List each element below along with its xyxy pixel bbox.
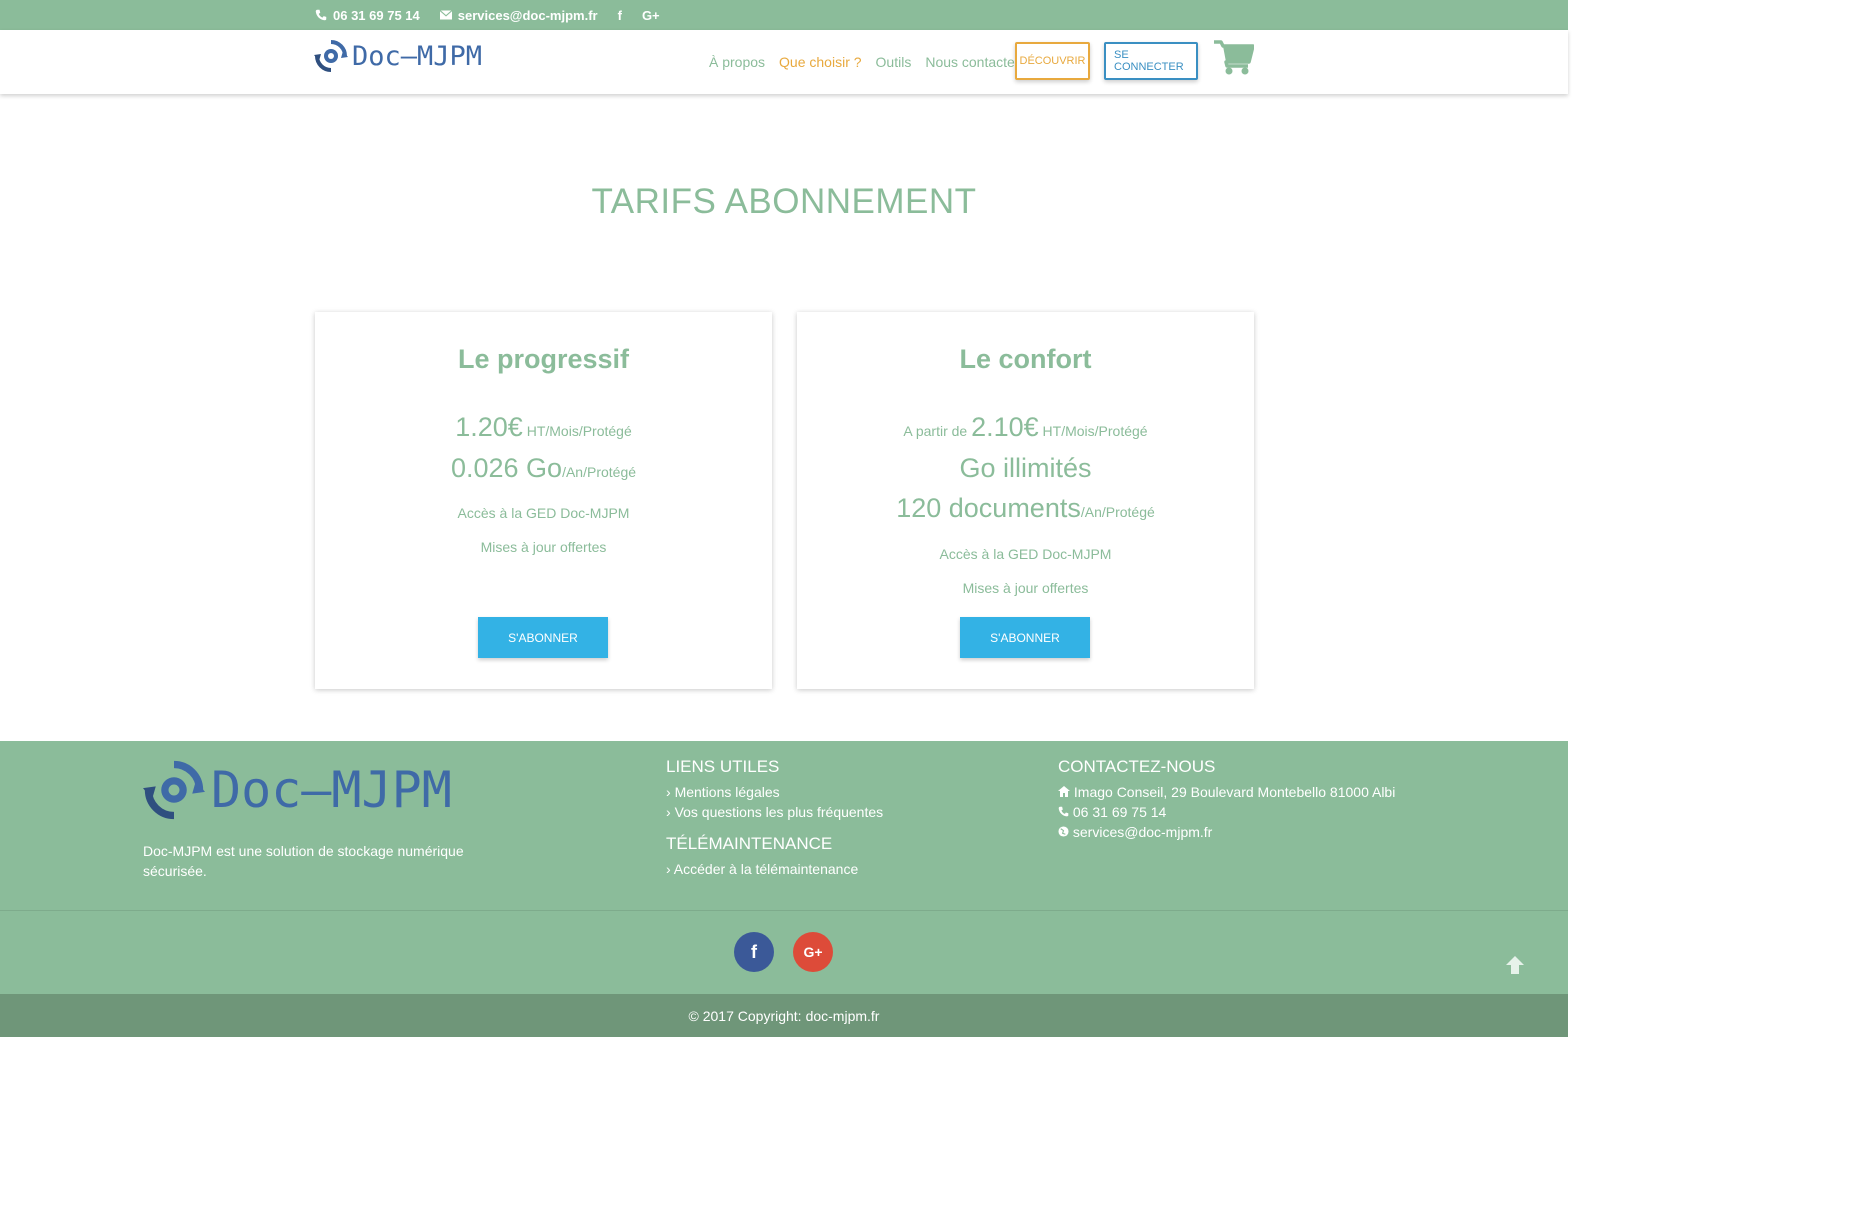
gear-refresh-icon bbox=[143, 760, 205, 820]
copyright-text: © 2017 Copyright: bbox=[688, 1007, 802, 1024]
facebook-icon[interactable]: f bbox=[618, 8, 622, 23]
footer-maintenance-title: TÉLÉMAINTENANCE bbox=[666, 834, 833, 853]
arrow-up-icon[interactable] bbox=[1504, 954, 1526, 976]
top-email[interactable]: services@doc-mjpm.fr bbox=[458, 8, 598, 23]
plan-name: Le confort bbox=[959, 344, 1092, 374]
plan-feature: Mises à jour offertes bbox=[962, 580, 1089, 596]
phone-icon bbox=[315, 9, 327, 21]
footer-description: Doc-MJPM est une solution de stockage nu… bbox=[143, 843, 464, 879]
facebook-icon[interactable]: f bbox=[734, 932, 774, 972]
nav-item-outils[interactable]: Outils bbox=[876, 54, 912, 70]
plan-name: Le progressif bbox=[457, 344, 630, 374]
google-plus-icon[interactable]: G+ bbox=[793, 932, 833, 972]
plan-storage-unit: /An/Protégé bbox=[562, 464, 637, 480]
plan-feature: Mises à jour offertes bbox=[480, 539, 607, 555]
footer-link-telemaintenance[interactable]: › Accéder à la télémaintenance bbox=[666, 859, 883, 879]
footer-address: Imago Conseil, 29 Boulevard Montebello 8… bbox=[1058, 782, 1395, 802]
footer-brand-name: Doc–MJPM bbox=[211, 761, 452, 819]
discover-button[interactable]: DÉCOUVRIR bbox=[1015, 42, 1090, 80]
copyright-site-link[interactable]: doc-mjpm.fr bbox=[806, 1008, 880, 1024]
plan-price: 1.20€ bbox=[455, 412, 523, 442]
footer-phone[interactable]: 06 31 69 75 14 bbox=[1058, 802, 1395, 822]
top-contact-group: 06 31 69 75 14 services@doc-mjpm.fr f G+ bbox=[315, 0, 660, 30]
brand-logo[interactable]: Doc–MJPM bbox=[314, 39, 482, 73]
nav-item-a-propos[interactable]: À propos bbox=[709, 54, 765, 70]
footer-links-title: LIENS UTILES bbox=[666, 757, 780, 776]
footer-link-faq[interactable]: › Vos questions les plus fréquentes bbox=[666, 802, 883, 822]
plan-price-line: A partir de 2.10€ HT/Mois/Protégé bbox=[797, 412, 1254, 443]
subscribe-button[interactable]: S'ABONNER bbox=[960, 617, 1090, 658]
footer-contact: CONTACTEZ-NOUS Imago Conseil, 29 Bouleva… bbox=[1058, 757, 1395, 842]
footer-useful-links: LIENS UTILES › Mentions légales › Vos qu… bbox=[666, 757, 883, 879]
plan-storage: Go illimités bbox=[959, 453, 1092, 483]
plan-documents: 120 documents bbox=[896, 493, 1081, 523]
copyright-bar: © 2017 Copyright: doc-mjpm.fr bbox=[0, 994, 1568, 1037]
footer-logo[interactable]: Doc–MJPM bbox=[143, 759, 452, 821]
page-title: TARIFS ABONNEMENT bbox=[591, 182, 977, 221]
nav-menu: À propos Que choisir ? Outils Nous conta… bbox=[702, 30, 1027, 94]
footer-link-mentions[interactable]: › Mentions légales bbox=[666, 782, 883, 802]
footer-contact-title: CONTACTEZ-NOUS bbox=[1058, 757, 1216, 776]
pricing-card-progressif: Le progressif 1.20€ HT/Mois/Protégé 0.02… bbox=[315, 312, 772, 689]
home-icon bbox=[1058, 786, 1070, 797]
plan-feature: Accès à la GED Doc-MJPM bbox=[457, 505, 630, 521]
nav-item-que-choisir[interactable]: Que choisir ? bbox=[779, 54, 861, 70]
plan-price-line: 1.20€ HT/Mois/Protégé bbox=[315, 412, 772, 443]
plan-documents-line: 120 documents/An/Protégé bbox=[797, 493, 1254, 524]
globe-icon bbox=[1058, 826, 1069, 837]
shopping-cart-icon[interactable] bbox=[1214, 40, 1254, 76]
plan-price: 2.10€ bbox=[971, 412, 1039, 442]
plan-documents-unit: /An/Protégé bbox=[1080, 504, 1155, 520]
plan-storage: 0.026 Go bbox=[450, 453, 563, 483]
login-button[interactable]: SE CONNECTER bbox=[1104, 42, 1198, 80]
plan-price-unit: HT/Mois/Protégé bbox=[1038, 423, 1148, 439]
main-navbar: Doc–MJPM À propos Que choisir ? Outils N… bbox=[0, 30, 1568, 94]
nav-item-nous-contacter[interactable]: Nous contacter bbox=[925, 54, 1019, 70]
top-contact-bar: 06 31 69 75 14 services@doc-mjpm.fr f G+ bbox=[0, 0, 1568, 30]
site-footer: Doc–MJPM Doc-MJPM est une solution de st… bbox=[0, 741, 1568, 1037]
subscribe-button[interactable]: S'ABONNER bbox=[478, 617, 608, 658]
footer-divider bbox=[0, 910, 1568, 911]
top-phone[interactable]: 06 31 69 75 14 bbox=[333, 8, 420, 23]
plan-price-prefix: A partir de bbox=[903, 423, 972, 439]
envelope-icon bbox=[439, 10, 452, 20]
footer-email[interactable]: services@doc-mjpm.fr bbox=[1058, 822, 1395, 842]
google-plus-icon[interactable]: G+ bbox=[642, 8, 660, 23]
plan-feature: Accès à la GED Doc-MJPM bbox=[939, 546, 1112, 562]
brand-name: Doc–MJPM bbox=[352, 40, 483, 72]
pricing-card-confort: Le confort A partir de 2.10€ HT/Mois/Pro… bbox=[797, 312, 1254, 689]
gear-refresh-icon bbox=[314, 40, 348, 72]
plan-price-unit: HT/Mois/Protégé bbox=[522, 423, 632, 439]
phone-icon bbox=[1058, 806, 1069, 817]
plan-storage-line: 0.026 Go/An/Protégé bbox=[315, 453, 772, 484]
